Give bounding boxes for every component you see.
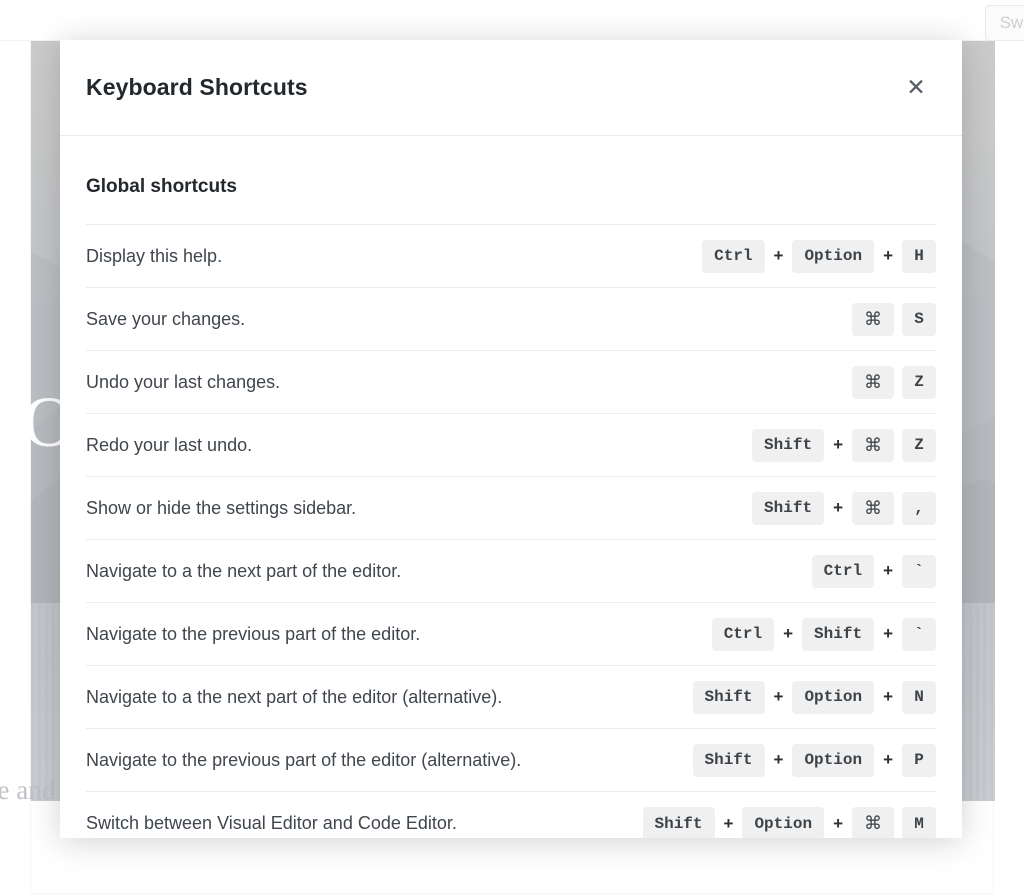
shortcut-description: Navigate to a the next part of the edito…	[86, 687, 502, 708]
shortcut-key-combination: Ctrl+Shift+`	[712, 618, 936, 651]
screen: Swi Of le and enjoyable. This whole post…	[0, 0, 1024, 894]
key-badge: Ctrl	[712, 618, 774, 651]
modal-header: Keyboard Shortcuts ✕	[60, 40, 962, 136]
key-separator-plus: +	[874, 624, 902, 644]
key-badge: N	[902, 681, 936, 714]
key-separator-plus: +	[774, 624, 802, 644]
shortcut-key-combination: ⌘S	[852, 303, 936, 336]
shortcut-row: Navigate to the previous part of the edi…	[86, 603, 936, 666]
modal-title: Keyboard Shortcuts	[86, 74, 308, 101]
key-badge: ⌘	[852, 366, 894, 399]
key-badge: Shift	[752, 429, 824, 462]
key-badge: H	[902, 240, 936, 273]
modal-body: Global shortcuts Display this help.Ctrl+…	[60, 136, 962, 838]
key-badge: Ctrl	[702, 240, 764, 273]
shortcut-row: Navigate to a the next part of the edito…	[86, 540, 936, 603]
key-badge: Option	[792, 240, 874, 273]
key-badge: ,	[902, 492, 936, 525]
shortcut-row: Undo your last changes. ⌘Z	[86, 351, 936, 414]
shortcut-row: Switch between Visual Editor and Code Ed…	[86, 792, 936, 838]
keyboard-shortcuts-modal: Keyboard Shortcuts ✕ Global shortcuts Di…	[60, 40, 962, 838]
shortcut-row: Navigate to the previous part of the edi…	[86, 729, 936, 792]
shortcut-row: Save your changes. ⌘S	[86, 288, 936, 351]
shortcut-key-combination: ⌘Z	[852, 366, 936, 399]
key-badge: `	[902, 555, 936, 588]
key-badge: S	[902, 303, 936, 336]
key-badge: Option	[742, 807, 824, 838]
shortcut-description: Show or hide the settings sidebar.	[86, 498, 356, 519]
key-badge: Z	[902, 366, 936, 399]
section-heading-global-shortcuts: Global shortcuts	[86, 136, 936, 224]
shortcut-description: Navigate to the previous part of the edi…	[86, 624, 420, 645]
key-badge: M	[902, 807, 936, 838]
key-badge: Option	[792, 681, 874, 714]
shortcut-key-combination: Shift+Option+N	[693, 681, 937, 714]
shortcut-key-combination: Shift+⌘Z	[752, 429, 936, 462]
key-badge: Shift	[643, 807, 715, 838]
shortcut-row: Show or hide the settings sidebar. Shift+…	[86, 477, 936, 540]
key-badge: `	[902, 618, 936, 651]
key-badge: P	[902, 744, 936, 777]
shortcut-key-combination: Ctrl+`	[812, 555, 936, 588]
key-badge: ⌘	[852, 303, 894, 336]
shortcut-description: Undo your last changes.	[86, 372, 280, 393]
key-badge: Shift	[802, 618, 874, 651]
key-badge: Shift	[752, 492, 824, 525]
shortcut-key-combination: Ctrl+Option+H	[702, 240, 936, 273]
key-separator-plus: +	[824, 814, 852, 834]
key-badge: ⌘	[852, 492, 894, 525]
key-separator-plus: +	[874, 561, 902, 581]
shortcut-row: Display this help.Ctrl+Option+H	[86, 225, 936, 288]
shortcut-description: Navigate to a the next part of the edito…	[86, 561, 401, 582]
key-separator-plus: +	[824, 498, 852, 518]
shortcut-list: Display this help.Ctrl+Option+HSave your…	[86, 224, 936, 838]
key-badge: Ctrl	[812, 555, 874, 588]
key-badge: ⌘	[852, 807, 894, 838]
key-separator-plus: +	[765, 750, 793, 770]
shortcut-description: Switch between Visual Editor and Code Ed…	[86, 813, 457, 834]
key-separator-plus: +	[874, 750, 902, 770]
key-badge: ⌘	[852, 429, 894, 462]
key-separator-plus: +	[874, 687, 902, 707]
key-separator-plus: +	[715, 814, 743, 834]
shortcut-description: Save your changes.	[86, 309, 245, 330]
shortcut-description: Display this help.	[86, 246, 222, 267]
key-separator-plus: +	[874, 246, 902, 266]
key-separator-plus: +	[824, 435, 852, 455]
key-badge: Z	[902, 429, 936, 462]
shortcut-key-combination: Shift+Option+P	[693, 744, 937, 777]
close-icon[interactable]: ✕	[896, 68, 936, 108]
shortcut-description: Redo your last undo.	[86, 435, 252, 456]
shortcut-description: Navigate to the previous part of the edi…	[86, 750, 521, 771]
key-badge: Shift	[693, 681, 765, 714]
shortcut-row: Redo your last undo. Shift+⌘Z	[86, 414, 936, 477]
shortcut-key-combination: Shift+Option+⌘M	[643, 807, 937, 838]
shortcut-row: Navigate to a the next part of the edito…	[86, 666, 936, 729]
key-badge: Option	[792, 744, 874, 777]
key-separator-plus: +	[765, 246, 793, 266]
key-separator-plus: +	[765, 687, 793, 707]
key-badge: Shift	[693, 744, 765, 777]
shortcut-key-combination: Shift+⌘,	[752, 492, 936, 525]
